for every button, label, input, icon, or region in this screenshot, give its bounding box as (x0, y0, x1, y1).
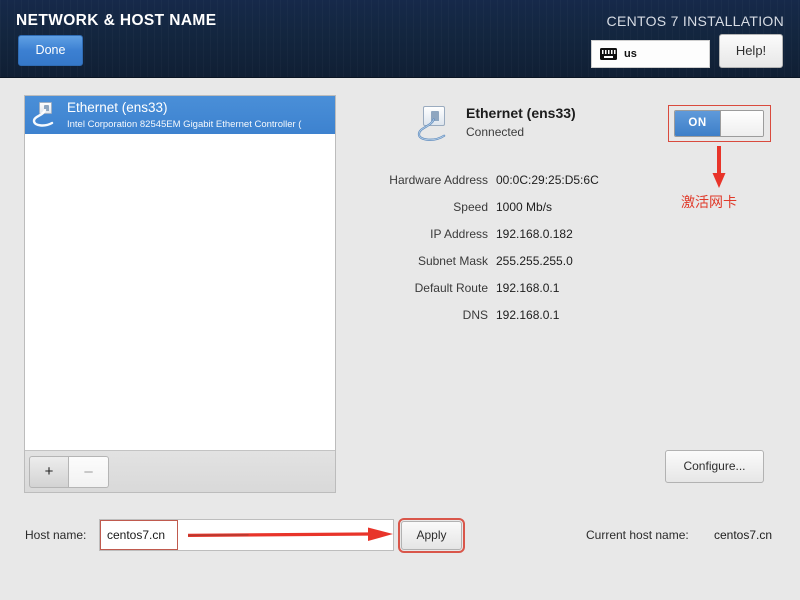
page-title: NETWORK & HOST NAME (16, 12, 217, 29)
device-detail-titles: Ethernet (ens33) Connected (466, 104, 576, 142)
current-hostname-value: centos7.cn (714, 528, 773, 542)
cable-glyph (417, 118, 446, 141)
device-power-toggle[interactable]: ON (674, 110, 764, 137)
detail-label: Default Route (414, 280, 488, 295)
list-item-text: Ethernet (ens33) Intel Corporation 82545… (67, 100, 335, 131)
detail-label: Hardware Address (389, 172, 488, 187)
detail-label: IP Address (430, 226, 488, 241)
ethernet-icon (32, 101, 60, 129)
annotation-arrow-down-icon (712, 146, 726, 188)
toggle-state-label: ON (675, 111, 720, 136)
device-list[interactable]: Ethernet (ens33) Intel Corporation 82545… (25, 96, 335, 450)
device-list-toolbar: + – (25, 450, 335, 492)
hostname-input[interactable] (100, 520, 178, 550)
list-item[interactable]: Ethernet (ens33) Intel Corporation 82545… (25, 96, 335, 134)
app-header: NETWORK & HOST NAME CENTOS 7 INSTALLATIO… (0, 0, 800, 78)
detail-label: Subnet Mask (417, 253, 488, 268)
detail-row: DNS 192.168.0.1 (352, 301, 652, 328)
ethernet-icon (410, 106, 456, 152)
detail-value: 192.168.0.1 (496, 280, 560, 295)
annotation-arrow-right-icon (188, 527, 393, 541)
detail-value: 1000 Mb/s (496, 199, 553, 214)
apply-button[interactable]: Apply (398, 518, 465, 553)
keyboard-icon (600, 48, 617, 60)
cable-glyph (32, 109, 54, 127)
device-list-panel: Ethernet (ens33) Intel Corporation 82545… (24, 95, 336, 493)
device-connection-status: Connected (466, 125, 525, 139)
remove-device-button[interactable]: – (69, 455, 109, 488)
list-item-title: Ethernet (ens33) (67, 99, 168, 115)
detail-row: Default Route 192.168.0.1 (352, 274, 652, 301)
detail-value: 192.168.0.182 (496, 226, 573, 241)
detail-value: 255.255.255.0 (496, 253, 573, 268)
done-button[interactable]: Done (18, 35, 83, 66)
list-item-subtitle: Intel Corporation 82545EM Gigabit Ethern… (67, 118, 302, 130)
detail-row: Hardware Address 00:0C:29:25:D5:6C (352, 166, 652, 193)
hostname-label: Host name: (25, 528, 87, 542)
detail-row: IP Address 192.168.0.182 (352, 220, 652, 247)
detail-row: Subnet Mask 255.255.255.0 (352, 247, 652, 274)
detail-label: Speed (453, 199, 488, 214)
keyboard-layout-label: us (624, 48, 637, 60)
detail-row: Speed 1000 Mb/s (352, 193, 652, 220)
device-detail-table: Hardware Address 00:0C:29:25:D5:6C Speed… (352, 166, 652, 328)
current-hostname-label: Current host name: (586, 528, 689, 542)
detail-value: 00:0C:29:25:D5:6C (496, 172, 599, 187)
device-detail-name: Ethernet (ens33) (466, 105, 576, 121)
keyboard-layout-indicator[interactable]: us (591, 40, 710, 68)
configure-button[interactable]: Configure... (665, 450, 764, 483)
device-detail-header: Ethernet (ens33) Connected (410, 104, 576, 152)
installer-title: CENTOS 7 INSTALLATION (606, 13, 784, 29)
add-device-button[interactable]: + (29, 455, 69, 488)
toggle-annotation-text: 激活网卡 (681, 194, 737, 210)
detail-label: DNS (462, 307, 488, 322)
toggle-knob[interactable] (720, 111, 763, 136)
detail-value: 192.168.0.1 (496, 307, 560, 322)
help-button[interactable]: Help! (719, 34, 783, 68)
